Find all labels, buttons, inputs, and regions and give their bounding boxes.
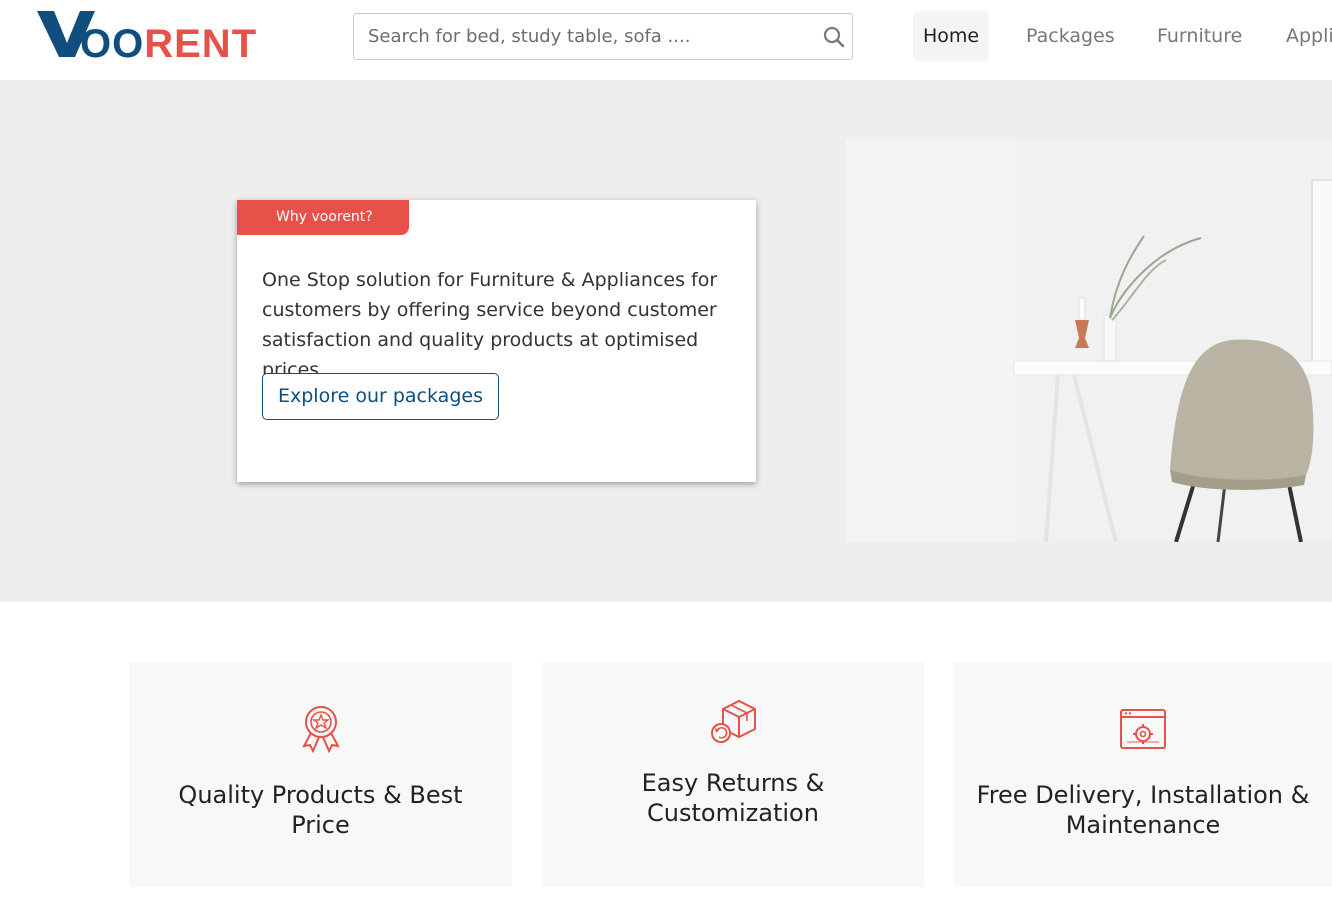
feature-card-quality: Quality Products & Best Price (129, 662, 512, 887)
why-voorent-card: Why voorent? One Stop solution for Furni… (237, 200, 756, 482)
nav-appliances[interactable]: Appli (1276, 11, 1332, 61)
search-input[interactable] (368, 14, 808, 59)
award-ribbon-icon (301, 706, 340, 754)
desk-chair-photo (846, 140, 1332, 543)
feature-card-delivery: Free Delivery, Installation & Maintenanc… (954, 662, 1332, 887)
feature-title-quality: Quality Products & Best Price (178, 781, 463, 839)
delivery-installation-icon (1120, 709, 1166, 749)
search-icon[interactable] (822, 25, 846, 49)
feature-card-returns: Easy Returns & Customization (542, 662, 924, 887)
hero-section: Why voorent? One Stop solution for Furni… (0, 81, 1332, 602)
why-voorent-tag: Why voorent? (237, 200, 409, 235)
feature-title-returns: Easy Returns & Customization (641, 769, 825, 827)
voorent-logo[interactable]: OORENT (37, 9, 258, 66)
explore-packages-button[interactable]: Explore our packages (262, 373, 499, 420)
search-bar (353, 13, 853, 60)
logo-wordmark: OORENT (80, 22, 258, 66)
why-voorent-description: One Stop solution for Furniture & Applia… (262, 269, 718, 381)
feature-title-delivery: Free Delivery, Installation & Maintenanc… (976, 781, 1310, 839)
nav-packages[interactable]: Packages (1016, 11, 1125, 61)
site-header: OORENT Home Packages Furniture Appli (0, 0, 1332, 81)
nav-home[interactable]: Home (913, 11, 990, 61)
nav-furniture[interactable]: Furniture (1147, 11, 1252, 61)
return-box-icon (711, 699, 756, 743)
